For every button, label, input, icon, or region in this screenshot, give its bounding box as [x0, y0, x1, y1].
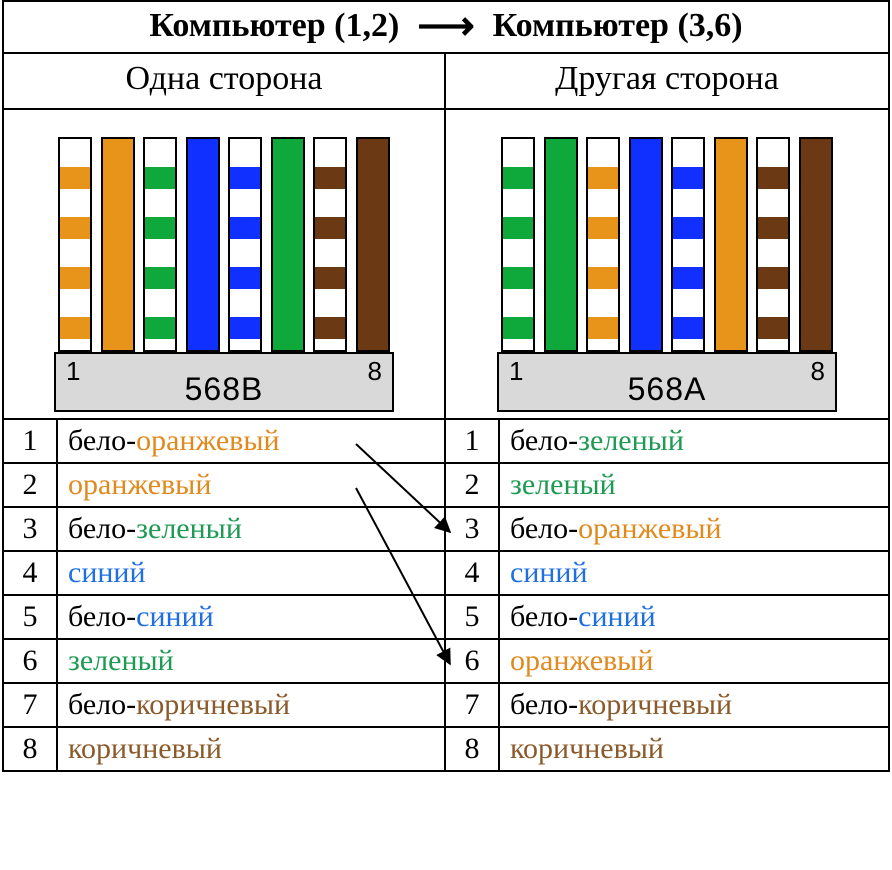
- wire-label: бело-синий: [58, 596, 444, 638]
- left-connector-area: 1 8 568B: [4, 110, 444, 420]
- right-plug-base: 1 8 568A: [497, 352, 837, 412]
- title-row: Компьютер (1,2) ⟶ Компьютер (3,6): [4, 2, 888, 54]
- wire-number: 3: [446, 508, 500, 550]
- wire-row: 8коричневый: [4, 728, 444, 770]
- wire-row: 5бело-синий: [446, 596, 888, 640]
- left-standard: 568B: [56, 371, 392, 408]
- wire: [544, 137, 578, 352]
- wire-number: 6: [446, 640, 500, 682]
- wire-label: оранжевый: [500, 640, 888, 682]
- wire-label: бело-синий: [500, 596, 888, 638]
- wire-label: бело-зеленый: [500, 420, 888, 462]
- left-wires: [54, 137, 394, 352]
- wire-label: синий: [500, 552, 888, 594]
- wire-row: 7бело-коричневый: [446, 684, 888, 728]
- wire-number: 4: [446, 552, 500, 594]
- wire-number: 8: [446, 728, 500, 770]
- wire: [228, 137, 262, 352]
- wire-number: 1: [4, 420, 58, 462]
- wire-number: 5: [446, 596, 500, 638]
- wire: [501, 137, 535, 352]
- wire-row: 1бело-зеленый: [446, 420, 888, 464]
- wire-row: 3бело-оранжевый: [446, 508, 888, 552]
- left-plug-base: 1 8 568B: [54, 352, 394, 412]
- wire-label: бело-коричневый: [58, 684, 444, 726]
- wire-label: синий: [58, 552, 444, 594]
- wire-number: 2: [446, 464, 500, 506]
- wire: [101, 137, 135, 352]
- wire-number: 1: [446, 420, 500, 462]
- halves: Одна сторона 1 8 568B 1бело-оранжевый2ор…: [4, 54, 888, 770]
- wire-row: 4синий: [4, 552, 444, 596]
- wire: [313, 137, 347, 352]
- wire-label: коричневый: [500, 728, 888, 770]
- wire-row: 6зеленый: [4, 640, 444, 684]
- wire: [714, 137, 748, 352]
- right-wire-list: 1бело-зеленый2зеленый3бело-оранжевый4син…: [446, 420, 888, 770]
- wire: [586, 137, 620, 352]
- left-half: Одна сторона 1 8 568B 1бело-оранжевый2ор…: [4, 54, 446, 770]
- left-side-title: Одна сторона: [4, 54, 444, 110]
- left-wire-list: 1бело-оранжевый2оранжевый3бело-зеленый4с…: [4, 420, 444, 770]
- title-to: Компьютер (3,6): [493, 7, 743, 45]
- wire-row: 2зеленый: [446, 464, 888, 508]
- right-wires: [497, 137, 837, 352]
- wire-number: 2: [4, 464, 58, 506]
- wire-row: 2оранжевый: [4, 464, 444, 508]
- wire: [58, 137, 92, 352]
- wire-label: бело-оранжевый: [58, 420, 444, 462]
- right-connector: 1 8 568A: [497, 137, 837, 412]
- wire-row: 6оранжевый: [446, 640, 888, 684]
- wire-number: 8: [4, 728, 58, 770]
- wire: [271, 137, 305, 352]
- wire-label: бело-оранжевый: [500, 508, 888, 550]
- wire-label: оранжевый: [58, 464, 444, 506]
- wire: [671, 137, 705, 352]
- wire-row: 4синий: [446, 552, 888, 596]
- wire-row: 3бело-зеленый: [4, 508, 444, 552]
- wire-number: 7: [446, 684, 500, 726]
- right-half: Другая сторона 1 8 568A 1бело-зеленый2зе…: [446, 54, 888, 770]
- right-side-title: Другая сторона: [446, 54, 888, 110]
- wire-row: 1бело-оранжевый: [4, 420, 444, 464]
- wire-number: 7: [4, 684, 58, 726]
- title-from: Компьютер (1,2): [149, 7, 399, 45]
- wire-row: 7бело-коричневый: [4, 684, 444, 728]
- wire: [799, 137, 833, 352]
- wire: [756, 137, 790, 352]
- wire-number: 6: [4, 640, 58, 682]
- wire-label: бело-коричневый: [500, 684, 888, 726]
- arrow-icon: ⟶: [417, 6, 474, 46]
- wire: [143, 137, 177, 352]
- wire-number: 5: [4, 596, 58, 638]
- wire: [356, 137, 390, 352]
- wire-label: зеленый: [500, 464, 888, 506]
- wire: [629, 137, 663, 352]
- wire-number: 3: [4, 508, 58, 550]
- right-connector-area: 1 8 568A: [446, 110, 888, 420]
- wire-row: 5бело-синий: [4, 596, 444, 640]
- left-connector: 1 8 568B: [54, 137, 394, 412]
- wire-label: бело-зеленый: [58, 508, 444, 550]
- diagram-frame: Компьютер (1,2) ⟶ Компьютер (3,6) Одна с…: [2, 0, 890, 772]
- wire-row: 8коричневый: [446, 728, 888, 770]
- right-standard: 568A: [499, 371, 835, 408]
- wire-label: коричневый: [58, 728, 444, 770]
- wire-number: 4: [4, 552, 58, 594]
- wire-label: зеленый: [58, 640, 444, 682]
- wire: [186, 137, 220, 352]
